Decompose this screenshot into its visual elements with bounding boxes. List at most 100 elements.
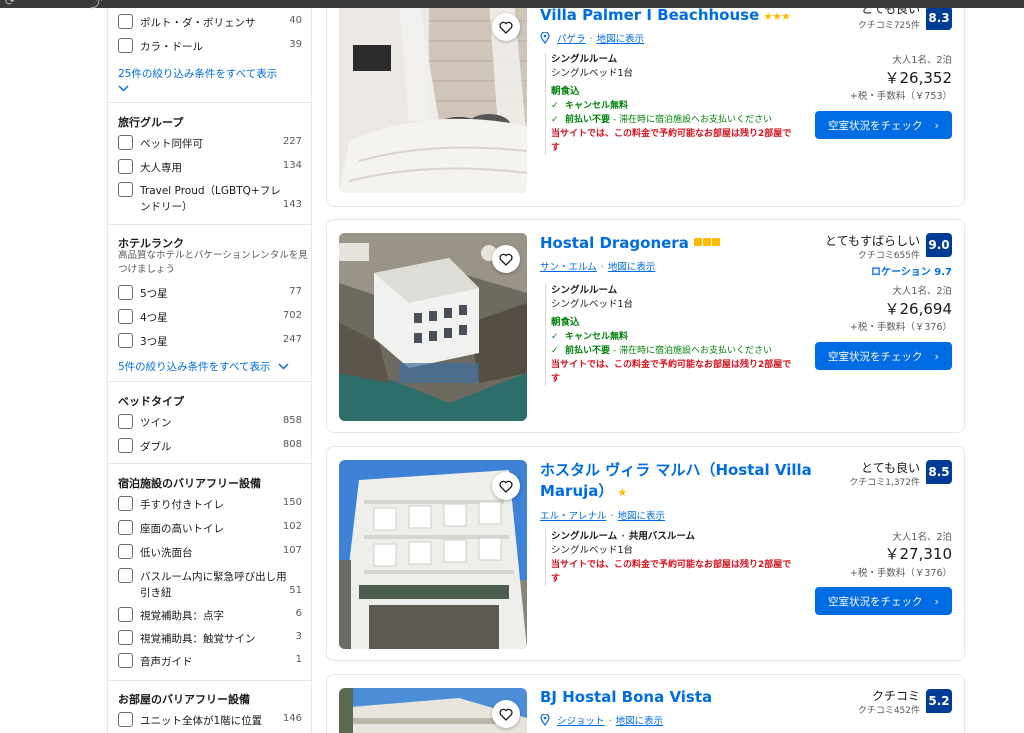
property-name[interactable]: Villa Palmer I Beachhouse ★★★ [540, 5, 791, 27]
filter-option[interactable]: ツイン 858 [118, 413, 302, 433]
option-label: 視覚補助具：触覚サイン [140, 633, 256, 645]
property-name[interactable]: ホスタル ヴィラ マルハ（Hostal Villa Maruja） ★ [540, 460, 820, 503]
check-availability-button[interactable]: 空室状況をチェック › [815, 342, 952, 370]
area-link[interactable]: エル・アレナル [540, 511, 607, 522]
property-card[interactable]: Villa Palmer I Beachhouse ★★★ パゲラ · 地図に表示 シ… [326, 0, 965, 207]
wishlist-heart-icon[interactable] [492, 13, 520, 41]
filter-option[interactable]: ペット同伴可 227 [118, 134, 302, 154]
check-availability-button[interactable]: 空室状況をチェック › [815, 587, 952, 615]
filter-option[interactable]: 5つ星 77 [118, 284, 302, 304]
property-card[interactable]: Hostal Dragonera サン・エルム · 地図に表示 シングルルーム シン… [326, 219, 965, 433]
show-on-map-link[interactable]: 地図に表示 [597, 34, 645, 45]
filter-option[interactable]: ダブル 808 [118, 437, 302, 457]
review-score-badge[interactable]: 8.5 [926, 460, 952, 484]
filter-option[interactable]: 視覚補助具：点字 6 [118, 606, 302, 626]
option-label: Travel Proud（LGBTQ+フレンドリー） [140, 185, 281, 213]
review-score-word: とてもすばらしい [824, 234, 920, 248]
review-count: クチコミ655件 [857, 251, 920, 261]
property-card[interactable]: ホスタル ヴィラ マルハ（Hostal Villa Maruja） ★ エル・アレ… [326, 446, 965, 661]
property-name[interactable]: Hostal Dragonera [540, 233, 720, 254]
property-card[interactable]: BJ Hostal Bona Vista シジョット · 地図に表示 クチコミ クチ… [326, 674, 965, 733]
property-name-line2: Maruja） [540, 482, 614, 500]
chevron-right-icon: › [934, 349, 939, 363]
area-link[interactable]: シジョット [557, 716, 605, 727]
review-score-badge[interactable]: 8.3 [926, 6, 952, 30]
checkbox[interactable] [118, 607, 133, 622]
filter-option[interactable]: カラ・ドール 39 [118, 37, 302, 57]
checkbox[interactable] [118, 544, 133, 559]
checkbox[interactable] [118, 333, 133, 348]
filter-option[interactable]: ユニット全体が1階に位置 146 [118, 711, 302, 731]
filter-option[interactable]: 音声ガイド 1 [118, 652, 302, 672]
property-photo[interactable] [339, 233, 527, 421]
show-all-filters-link[interactable]: 25件の絞り込み条件をすべて表示 [118, 66, 277, 95]
location-score: ロケーション 9.7 [871, 267, 952, 278]
share-icon[interactable]: ⤴ [90, 0, 102, 11]
property-photo[interactable] [339, 460, 527, 649]
option-count: 247 [282, 334, 302, 345]
property-name[interactable]: BJ Hostal Bona Vista [540, 687, 712, 708]
show-on-map-link[interactable]: 地図に表示 [608, 262, 656, 273]
area-link[interactable]: パゲラ [557, 34, 586, 45]
divider [108, 102, 312, 103]
filter-option[interactable]: 視覚補助具：触覚サイン 3 [118, 629, 302, 649]
filter-option[interactable]: 座面の高いトイレ 102 [118, 519, 302, 539]
property-photo[interactable] [339, 688, 527, 733]
divider [108, 680, 312, 681]
checkbox[interactable] [118, 38, 133, 53]
checkbox[interactable] [118, 14, 133, 29]
wishlist-heart-icon[interactable] [492, 700, 520, 728]
option-count: 858 [282, 415, 302, 426]
filter-option[interactable]: 大人専用 134 [118, 158, 302, 178]
show-on-map-link[interactable]: 地図に表示 [616, 716, 664, 727]
checkbox[interactable] [118, 630, 133, 645]
room-info: シングルルーム · 共用バスルーム シングルベッド1台 当サイトでは、この料金で予約… [545, 530, 800, 586]
option-count: 143 [282, 199, 302, 210]
filter-option[interactable]: バスルーム内に緊急呼び出し用引き紐 51 [118, 567, 302, 601]
location-pin-icon [540, 31, 550, 45]
option-count: 39 [289, 39, 302, 50]
property-photo[interactable] [339, 1, 527, 193]
review-score-badge[interactable]: 5.2 [926, 689, 952, 713]
wishlist-heart-icon[interactable] [492, 472, 520, 500]
filter-option[interactable]: 低い洗面台 107 [118, 543, 302, 563]
divider [108, 224, 312, 225]
checkbox[interactable] [118, 653, 133, 668]
option-count: 40 [289, 15, 302, 26]
checkbox[interactable] [118, 438, 133, 453]
checkbox[interactable] [118, 135, 133, 150]
filter-option[interactable]: Travel Proud（LGBTQ+フレンドリー） 143 [118, 181, 302, 215]
option-label: ペット同伴可 [140, 138, 203, 150]
checkbox[interactable] [118, 285, 133, 300]
checkbox[interactable] [118, 568, 133, 583]
wishlist-heart-icon[interactable] [492, 245, 520, 273]
reload-icon[interactable]: ⟳ [5, 0, 15, 8]
show-all-filters-link[interactable]: 5件の絞り込み条件をすべて表示 [118, 359, 289, 374]
checkbox[interactable] [118, 309, 133, 324]
option-count: 3 [295, 631, 302, 642]
filter-option[interactable]: 3つ星 247 [118, 332, 302, 352]
checkbox[interactable] [118, 712, 133, 727]
section-title-travel-group: 旅行グループ [118, 116, 184, 129]
show-on-map-link[interactable]: 地図に表示 [618, 511, 666, 522]
option-count: 227 [282, 136, 302, 147]
checkbox[interactable] [118, 182, 133, 197]
checkbox[interactable] [118, 414, 133, 429]
breakfast-included: 朝食込 [551, 317, 580, 328]
option-label: 大人専用 [140, 162, 182, 174]
review-score-badge[interactable]: 9.0 [926, 233, 952, 257]
checkbox[interactable] [118, 520, 133, 535]
checkbox[interactable] [118, 159, 133, 174]
area-link[interactable]: サン・エルム [540, 262, 597, 273]
filter-option[interactable]: 4つ星 702 [118, 308, 302, 328]
check-availability-button[interactable]: 空室状況をチェック › [815, 111, 952, 139]
review-score-word: とても良い [860, 461, 920, 475]
filter-option[interactable]: ポルト・ダ・ボリェンサ 40 [118, 13, 302, 33]
check-icon: ✓ [551, 101, 559, 111]
checkbox[interactable] [118, 496, 133, 511]
room-type: シングルルーム · 共用バスルーム [551, 531, 696, 542]
filter-option[interactable]: 手すり付きトイレ 150 [118, 495, 302, 515]
option-count: 702 [282, 310, 302, 321]
option-label: 5つ星 [140, 288, 168, 300]
property-name-text: Hostal Dragonera [540, 234, 689, 252]
